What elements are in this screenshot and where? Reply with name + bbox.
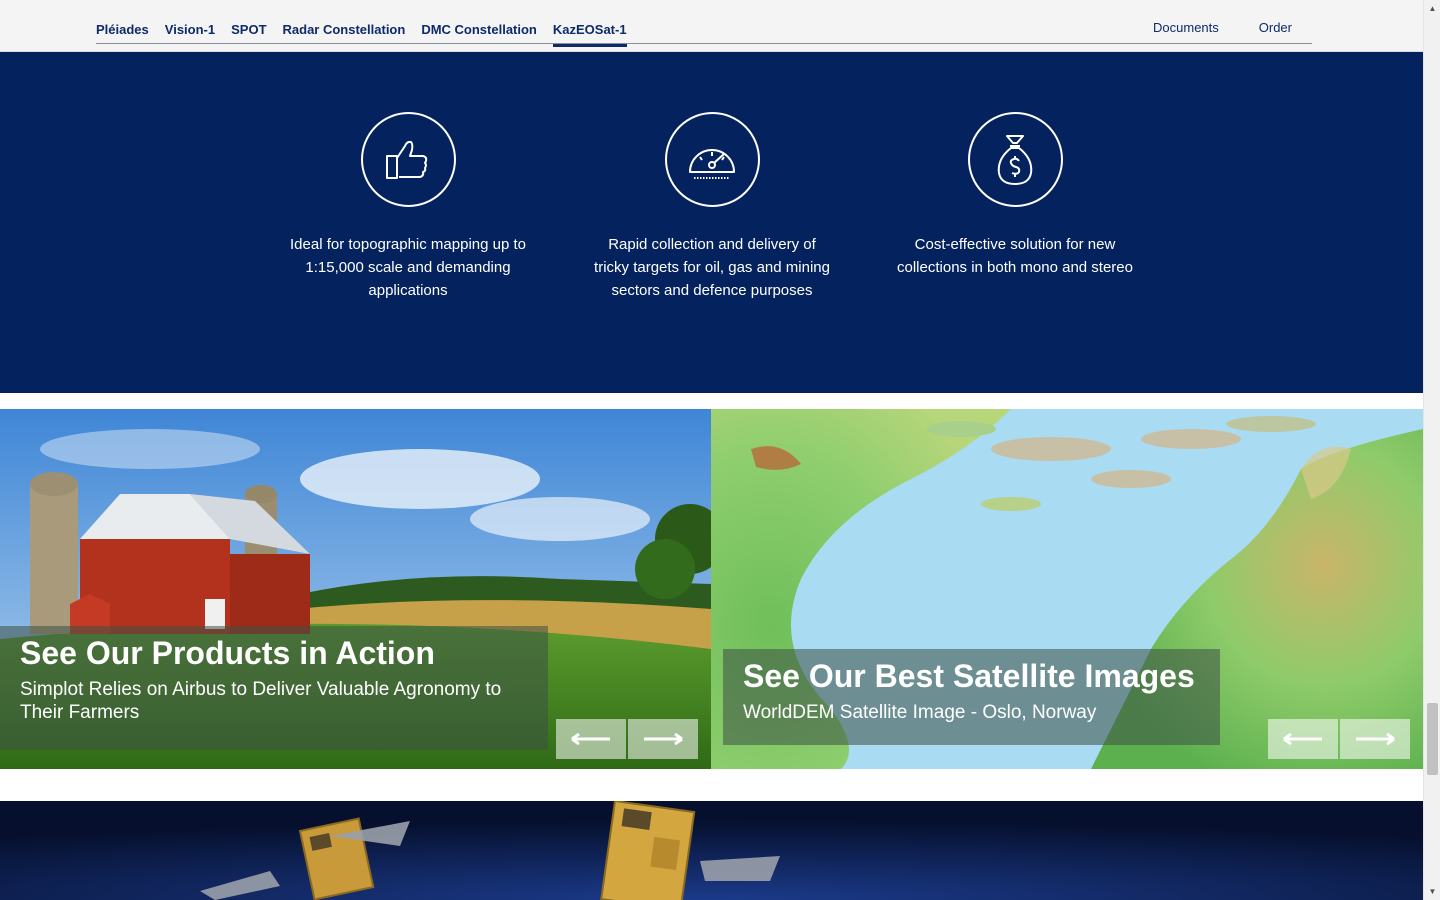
features-section: Ideal for topographic mapping up to 1:15… <box>0 52 1423 393</box>
feature-text: Rapid collection and delivery of tricky … <box>594 236 830 299</box>
thumbs-up-icon <box>360 112 456 207</box>
card-caption: See Our Products in Action Simplot Relie… <box>0 626 548 750</box>
documents-link[interactable]: Documents <box>1153 20 1219 35</box>
product-nav-bar: Pléiades Vision-1 SPOT Radar Constellati… <box>0 0 1423 52</box>
product-tabs: Pléiades Vision-1 SPOT Radar Constellati… <box>96 22 627 47</box>
tab-radar-constellation[interactable]: Radar Constellation <box>283 22 406 41</box>
order-link[interactable]: Order <box>1259 20 1292 35</box>
page-scrollbar[interactable]: ▲ ▼ <box>1423 0 1440 900</box>
prev-arrow-button[interactable] <box>1268 719 1338 759</box>
scroll-down-icon[interactable]: ▼ <box>1427 886 1438 897</box>
tab-vision-1[interactable]: Vision-1 <box>165 22 215 41</box>
tab-spot[interactable]: SPOT <box>231 22 266 41</box>
satellite-banner <box>0 801 1423 900</box>
prev-arrow-button[interactable] <box>556 719 626 759</box>
products-in-action-card[interactable]: See Our Products in Action Simplot Relie… <box>0 409 711 769</box>
carousel-controls <box>1268 719 1410 759</box>
arrow-left-icon <box>1283 733 1322 745</box>
card-title: See Our Best Satellite Images <box>743 658 1195 694</box>
feature-rapid-collection: Rapid collection and delivery of tricky … <box>592 112 832 302</box>
card-subtitle: Simplot Relies on Airbus to Deliver Valu… <box>20 679 502 723</box>
money-bag-icon <box>967 112 1063 207</box>
scroll-up-icon[interactable]: ▲ <box>1427 3 1438 14</box>
next-arrow-button[interactable] <box>1340 719 1410 759</box>
speedometer-icon <box>664 112 760 207</box>
feature-text: Ideal for topographic mapping up to 1:15… <box>290 236 526 299</box>
card-title: See Our Products in Action <box>20 635 435 671</box>
feature-topographic: Ideal for topographic mapping up to 1:15… <box>288 112 528 302</box>
nav-links: Documents Order <box>1153 20 1292 35</box>
card-caption: See Our Best Satellite Images WorldDEM S… <box>723 649 1220 745</box>
best-satellite-images-card[interactable]: See Our Best Satellite Images WorldDEM S… <box>711 409 1423 769</box>
arrow-left-icon <box>571 733 610 745</box>
scroll-thumb[interactable] <box>1427 703 1438 775</box>
satellites-image <box>0 801 1423 900</box>
arrow-right-icon <box>644 733 683 745</box>
feature-text: Cost-effective solution for new collecti… <box>897 236 1133 276</box>
arrow-right-icon <box>1356 733 1395 745</box>
feature-cost-effective: Cost-effective solution for new collecti… <box>895 112 1135 279</box>
tab-dmc-constellation[interactable]: DMC Constellation <box>421 22 537 41</box>
nav-divider <box>96 43 1312 44</box>
tab-pleiades[interactable]: Pléiades <box>96 22 149 41</box>
tab-kazeosat-1[interactable]: KazEOSat-1 <box>552 22 627 47</box>
card-subtitle: WorldDEM Satellite Image - Oslo, Norway <box>743 702 1097 723</box>
carousel-controls <box>556 719 698 759</box>
next-arrow-button[interactable] <box>628 719 698 759</box>
promo-cards: See Our Products in Action Simplot Relie… <box>0 409 1423 769</box>
